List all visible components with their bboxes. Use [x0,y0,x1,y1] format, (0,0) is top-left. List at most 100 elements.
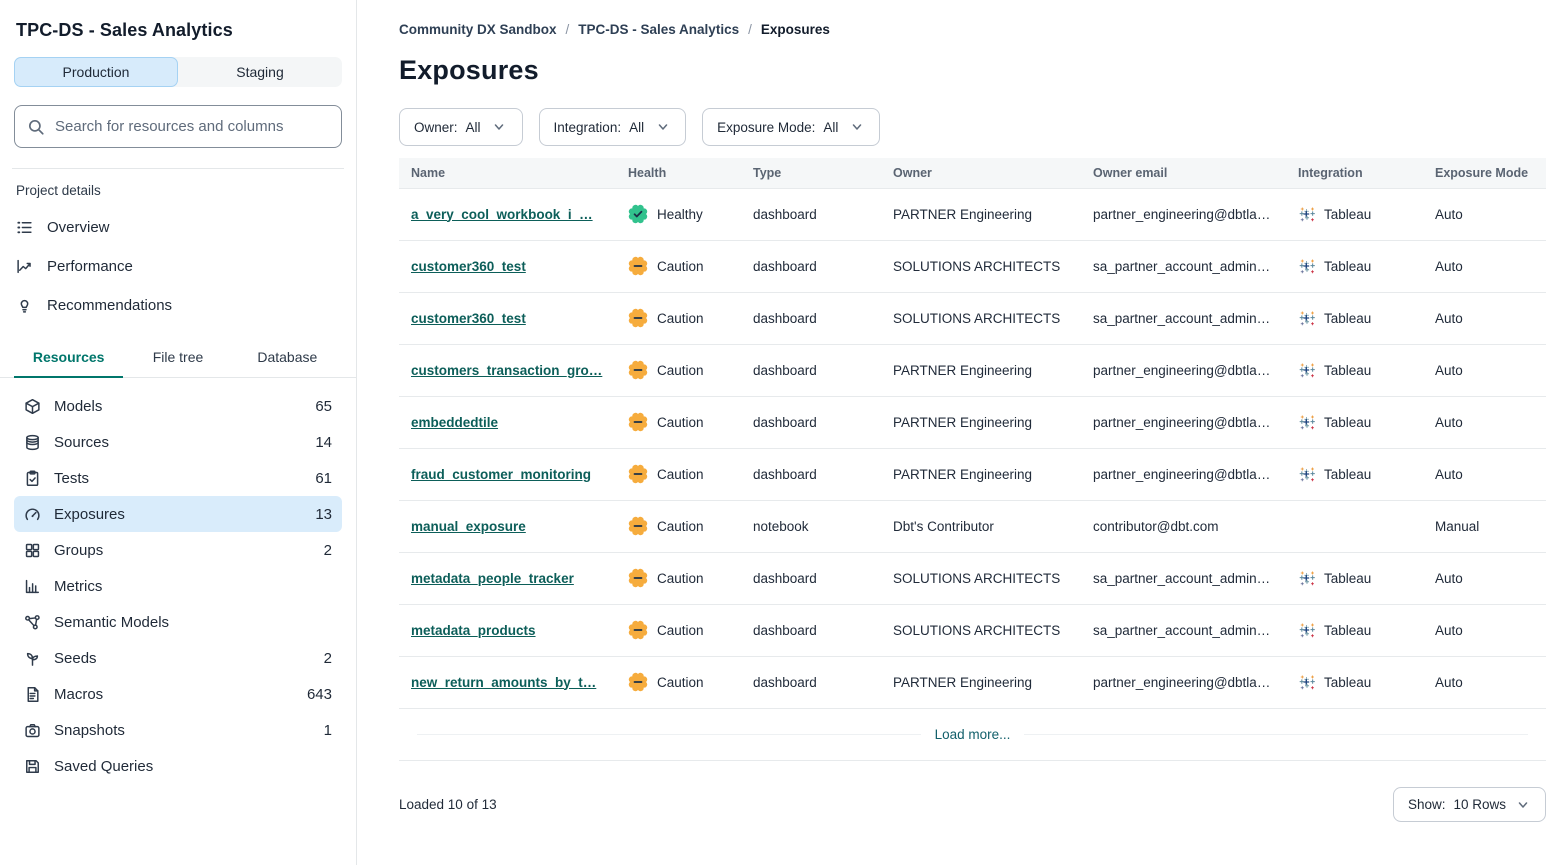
owner-email-cell: partner_engineering@dbtla… [1081,344,1286,396]
filter-owner[interactable]: Owner:All [399,108,523,146]
exposure-name-link[interactable]: metadata_people_tracker [411,571,574,586]
list-icon [16,219,33,236]
exposure-name-link[interactable]: manual_exposure [411,519,526,534]
chevron-down-icon [848,119,865,136]
exposure-name-link[interactable]: customer360_test [411,311,526,326]
breadcrumb: Community DX Sandbox / TPC-DS - Sales Anal… [399,22,1546,37]
filter-integration[interactable]: Integration:All [539,108,687,146]
integration-cell-wrap: Tableau [1286,188,1423,240]
column-header-owner-email: Owner email [1081,158,1286,188]
search-input[interactable] [55,118,329,135]
owner-cell: SOLUTIONS ARCHITECTS [881,552,1081,604]
save-icon [24,758,41,775]
chevron-down-icon [1514,796,1531,813]
tableau-icon [1298,413,1316,431]
health-label: Caution [657,571,704,586]
sidebar-item-exposures[interactable]: Exposures13 [14,496,342,532]
exposure-name-link[interactable]: new_return_amounts_by_t… [411,675,596,690]
load-more-link[interactable]: Load more... [921,727,1025,742]
chart-line-icon [16,258,33,275]
grid-icon [24,542,41,559]
sidebar-item-label: Overview [47,219,110,236]
project-title: TPC-DS - Sales Analytics [16,20,342,41]
sidebar-item-groups[interactable]: Groups2 [14,532,342,568]
env-tab-production[interactable]: Production [14,57,178,87]
sidebar-item-sources[interactable]: Sources14 [14,424,342,460]
integration-label: Tableau [1324,415,1371,430]
integration-cell-wrap: Tableau [1286,656,1423,708]
exposure-name-link[interactable]: metadata_products [411,623,536,638]
resource-label: Metrics [54,578,102,595]
sidebar-item-tests[interactable]: Tests61 [14,460,342,496]
caution-badge-icon [628,620,648,640]
owner-email-cell: sa_partner_account_admin… [1081,552,1286,604]
tableau-icon [1298,361,1316,379]
sidebar-item-models[interactable]: Models65 [14,388,342,424]
tab-resources[interactable]: Resources [14,339,123,378]
breadcrumb-separator: / [566,22,570,37]
column-header-name: Name [399,158,616,188]
healthy-badge-icon [628,204,648,224]
env-tab-staging[interactable]: Staging [178,57,342,87]
sidebar-item-recommendations[interactable]: Recommendations [14,286,342,325]
exposure-mode-cell: Auto [1423,552,1546,604]
health-label: Caution [657,623,704,638]
sidebar-item-seeds[interactable]: Seeds2 [14,640,342,676]
table-row: manual_exposureCautionnotebookDbt's Cont… [399,500,1546,552]
filter-label: Exposure Mode: [717,120,815,135]
filter-value: All [823,120,838,135]
tab-file-tree[interactable]: File tree [123,339,232,378]
health-status: Caution [628,360,733,380]
caution-badge-icon [628,516,648,536]
sidebar-item-snapshots[interactable]: Snapshots1 [14,712,342,748]
exposure-name-link[interactable]: customers_transaction_gro… [411,363,602,378]
show-rows-dropdown[interactable]: Show: 10 Rows [1393,787,1546,822]
exposure-mode-cell: Auto [1423,292,1546,344]
name-cell: customers_transaction_gro… [399,344,616,396]
search-box[interactable] [14,105,342,148]
owner-cell: PARTNER Engineering [881,396,1081,448]
name-cell: a_very_cool_workbook_i_… [399,188,616,240]
column-header-owner: Owner [881,158,1081,188]
sidebar-divider [12,168,344,169]
sidebar-item-label: Recommendations [47,297,172,314]
sidebar-item-saved-queries[interactable]: Saved Queries [14,748,342,784]
type-cell: dashboard [741,656,881,708]
exposure-name-link[interactable]: embeddedtile [411,415,498,430]
health-label: Caution [657,415,704,430]
integration: Tableau [1298,309,1415,327]
health-cell-wrap: Caution [616,500,741,552]
sidebar-item-overview[interactable]: Overview [14,208,342,247]
sidebar-item-label: Performance [47,258,133,275]
exposure-name-link[interactable]: a_very_cool_workbook_i_… [411,207,593,222]
exposure-name-link[interactable]: customer360_test [411,259,526,274]
sidebar-item-performance[interactable]: Performance [14,247,342,286]
breadcrumb-item-community-dx-sandbox[interactable]: Community DX Sandbox [399,22,557,37]
exposure-name-link[interactable]: fraud_customer_monitoring [411,467,591,482]
sidebar-item-metrics[interactable]: Metrics [14,568,342,604]
table-row: embeddedtileCautiondashboardPARTNER Engi… [399,396,1546,448]
name-cell: fraud_customer_monitoring [399,448,616,500]
breadcrumb-separator: / [748,22,752,37]
column-header-health: Health [616,158,741,188]
name-cell: metadata_products [399,604,616,656]
owner-cell: PARTNER Engineering [881,656,1081,708]
breadcrumb-item-tpc-ds-sales-analytics[interactable]: TPC-DS - Sales Analytics [578,22,739,37]
clipboard-check-icon [24,470,41,487]
file-icon [24,686,41,703]
health-cell-wrap: Caution [616,448,741,500]
sidebar-item-macros[interactable]: Macros643 [14,676,342,712]
sidebar-item-semantic-models[interactable]: Semantic Models [14,604,342,640]
caution-badge-icon [628,672,648,692]
type-cell: dashboard [741,292,881,344]
owner-cell: SOLUTIONS ARCHITECTS [881,292,1081,344]
integration-label: Tableau [1324,623,1371,638]
tab-database[interactable]: Database [233,339,342,378]
exposure-mode-cell: Auto [1423,604,1546,656]
health-status: Caution [628,672,733,692]
filter-exposure-mode[interactable]: Exposure Mode: All [702,108,880,146]
name-cell: customer360_test [399,240,616,292]
cube-icon [24,398,41,415]
caution-badge-icon [628,464,648,484]
name-cell: new_return_amounts_by_t… [399,656,616,708]
